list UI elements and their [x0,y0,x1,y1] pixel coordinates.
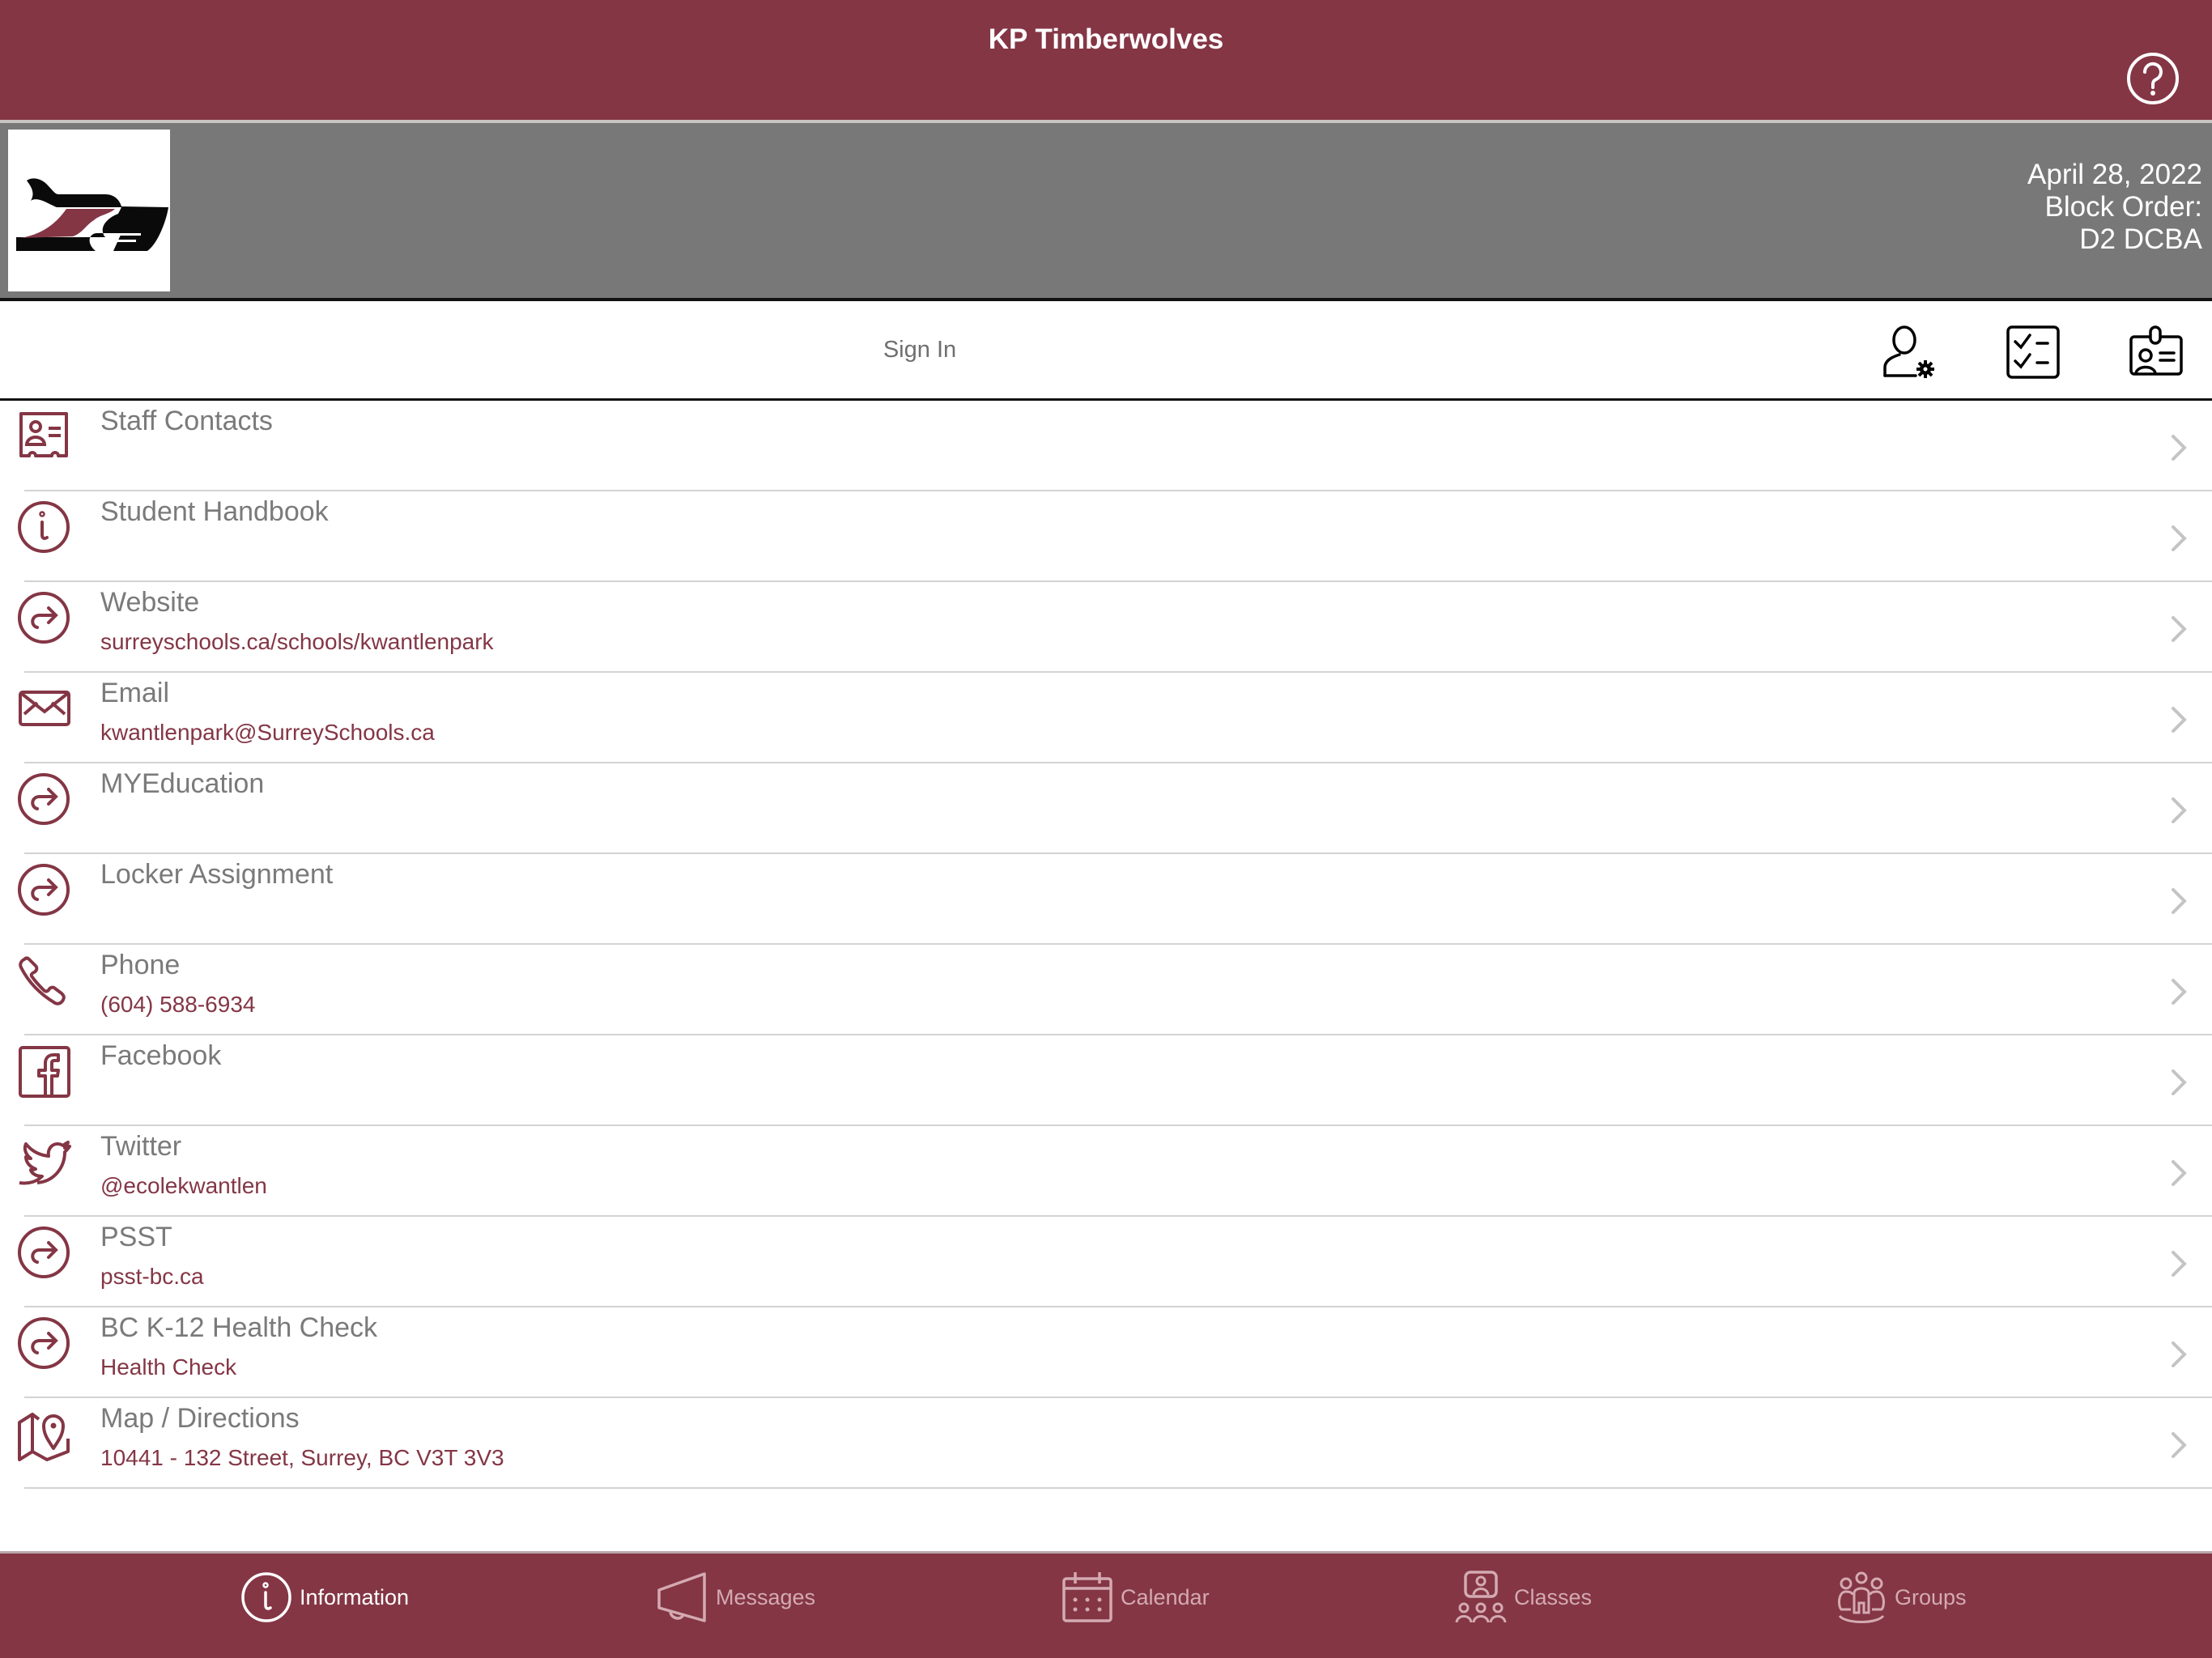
tab-classes[interactable]: Classes [1454,1568,1592,1626]
info-circle-icon [241,1572,291,1622]
classroom-icon [1455,1571,1507,1623]
assignments-button[interactable] [2005,324,2061,380]
list-item-title: Website [100,587,200,618]
chevron-right-icon [2172,435,2187,461]
tab-groups[interactable]: Groups [1835,1568,1967,1626]
list-item-facebook[interactable]: Facebook [0,1035,2212,1126]
date-block: April 28, 2022 Block Order: D2 DCBA [2027,159,2202,256]
list-item-title: Twitter [100,1131,182,1162]
chevron-right-icon [2172,1069,2187,1095]
list-item-subtitle[interactable]: kwantlenpark@SurreySchools.ca [100,720,435,746]
list-item-phone[interactable]: Phone (604) 588-6934 [0,945,2212,1035]
block-order-value: D2 DCBA [2079,223,2202,255]
chevron-right-icon [2172,616,2187,642]
list-item-staff-contacts[interactable]: Staff Contacts [0,401,2212,491]
list-item-title: Phone [100,950,181,980]
list-item-twitter[interactable]: Twitter @ecolekwantlen [0,1126,2212,1217]
envelope-icon [19,691,70,726]
tab-messages[interactable]: Messages [656,1568,815,1626]
redirect-circle-icon [18,1317,70,1369]
timberwolf-logo-icon [16,178,168,251]
list-item-title: Map / Directions [100,1403,300,1434]
tab-label: Groups [1895,1584,1967,1609]
list-item-subtitle[interactable]: surreyschools.ca/schools/kwantlenpark [100,629,494,655]
tab-label: Messages [716,1584,816,1609]
chevron-right-icon [2172,707,2187,733]
groups-icon [1838,1571,1885,1623]
list-item-title: BC K-12 Health Check [100,1312,378,1343]
redirect-circle-icon [18,864,70,916]
chevron-right-icon [2172,1251,2187,1277]
list-item-title: Locker Assignment [100,859,334,890]
chevron-right-icon [2172,1160,2187,1186]
contact-card-icon [19,412,68,457]
list-item-subtitle[interactable]: 10441 - 132 Street, Surrey, BC V3T 3V3 [100,1445,504,1471]
app-header: KP Timberwolves [0,0,2212,120]
chevron-right-icon [2172,525,2187,551]
redirect-circle-icon [18,1226,70,1278]
list-item-title: Email [100,678,170,708]
chevron-right-icon [2172,1341,2187,1367]
list-item-title: Staff Contacts [100,406,273,436]
list-item-title: Facebook [100,1040,222,1071]
help-button[interactable] [2126,52,2180,105]
list-item-email[interactable]: Email kwantlenpark@SurreySchools.ca [0,673,2212,763]
list-item-psst[interactable]: PSST psst-bc.ca [0,1217,2212,1307]
list-item-subtitle[interactable]: (604) 588-6934 [100,992,255,1018]
tab-label: Classes [1514,1584,1593,1609]
list-item-locker-assignment[interactable]: Locker Assignment [0,854,2212,945]
list-item-student-handbook[interactable]: Student Handbook [0,491,2212,582]
tab-calendar[interactable]: Calendar [1061,1568,1210,1626]
block-order-label: Block Order: [2044,191,2203,223]
id-badge-icon [2129,325,2183,376]
list-item-title: Student Handbook [100,496,329,527]
tab-label: Information [300,1584,410,1609]
current-date: April 28, 2022 [2027,159,2202,190]
tab-information[interactable]: Information [240,1568,409,1626]
checklist-icon [2006,325,2060,379]
list-item-myeducation[interactable]: MYEducation [0,763,2212,854]
account-settings-button[interactable] [1880,324,1937,380]
redirect-circle-icon [18,773,70,825]
list-item-title: MYEducation [100,768,265,799]
page-title: KP Timberwolves [988,23,1224,55]
student-id-button[interactable] [2128,324,2184,380]
tab-bar: Information Messages Calendar Classes Gr… [0,1551,2212,1658]
list-item-title: PSST [100,1222,172,1252]
list-item-map-directions[interactable]: Map / Directions 10441 - 132 Street, Sur… [0,1398,2212,1489]
megaphone-icon [657,1572,706,1622]
info-circle-icon [18,501,70,553]
question-circle-icon [2127,53,2179,104]
sign-in-button[interactable]: Sign In [839,301,1001,398]
user-settings-icon [1883,325,1934,378]
info-list: Staff Contacts Student Handbook Website … [0,401,2212,1489]
chevron-right-icon [2172,1432,2187,1458]
phone-icon [19,956,66,1005]
action-bar: Sign In [0,301,2212,398]
tab-label: Calendar [1121,1584,1210,1609]
facebook-icon [19,1046,70,1098]
list-item-website[interactable]: Website surreyschools.ca/schools/kwantle… [0,582,2212,673]
chevron-right-icon [2172,797,2187,823]
row-divider [24,1487,2212,1489]
chevron-right-icon [2172,979,2187,1005]
list-item-subtitle[interactable]: @ecolekwantlen [100,1173,267,1199]
map-pin-icon [18,1413,70,1461]
school-banner: April 28, 2022 Block Order: D2 DCBA [0,123,2212,298]
chevron-right-icon [2172,888,2187,914]
twitter-icon [19,1141,71,1185]
list-item-health-check[interactable]: BC K-12 Health Check Health Check [0,1307,2212,1398]
calendar-icon [1062,1572,1112,1622]
list-item-subtitle[interactable]: Health Check [100,1354,236,1380]
redirect-circle-icon [18,592,70,644]
list-item-subtitle[interactable]: psst-bc.ca [100,1264,204,1290]
school-logo [8,130,170,291]
